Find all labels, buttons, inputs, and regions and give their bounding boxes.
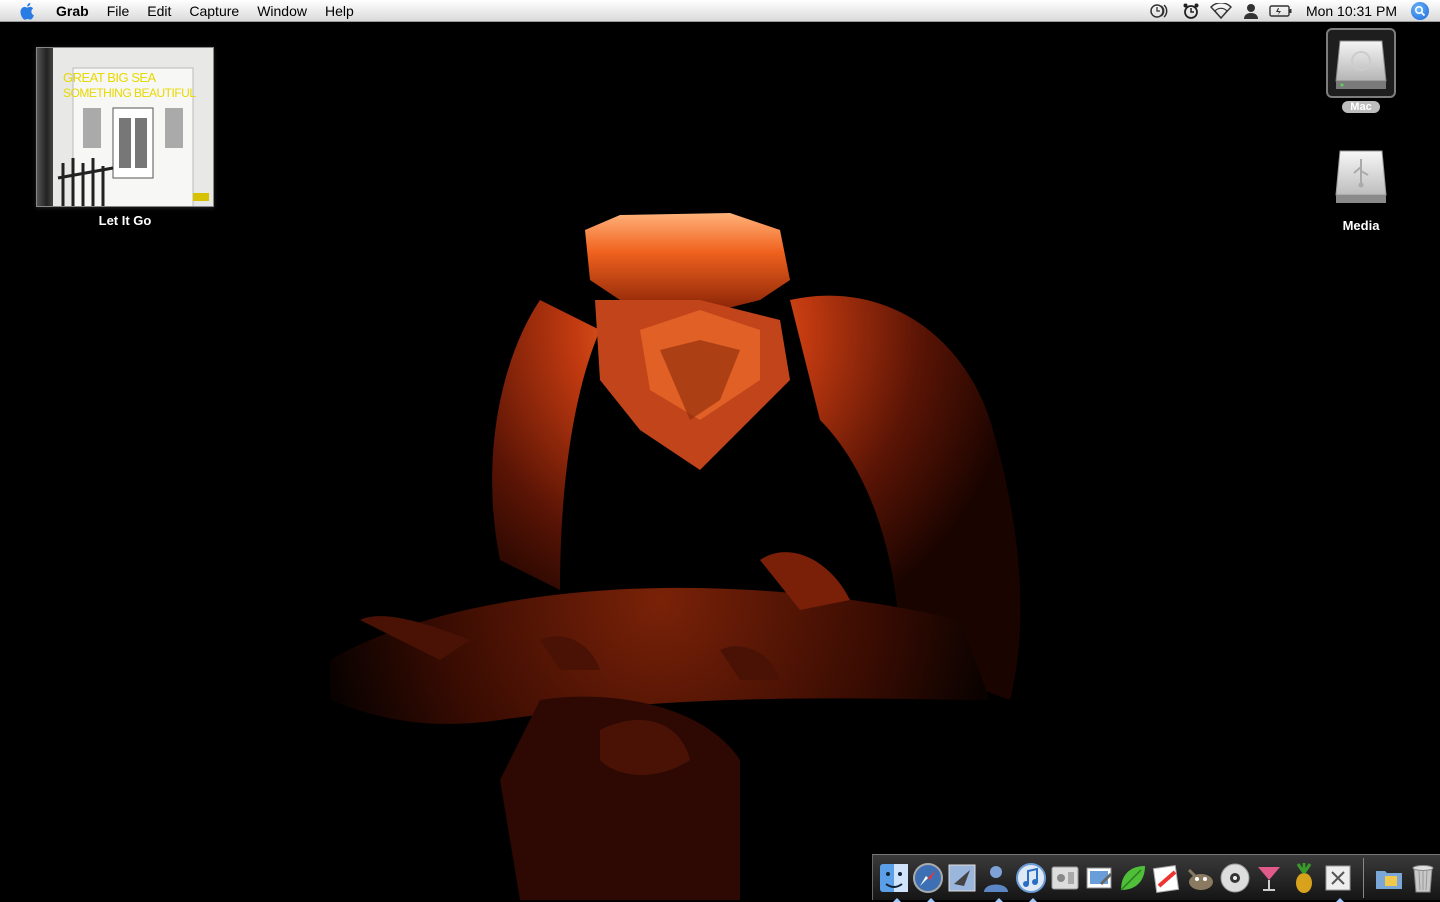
battery-icon[interactable] [1266, 0, 1296, 22]
ichat-icon [984, 865, 1009, 892]
album-cover-image: GREAT BIG SEA SOMETHING BEAUTIFUL [36, 47, 214, 207]
dock-trash[interactable] [1406, 860, 1439, 896]
dock [872, 854, 1440, 902]
spotlight-search-icon[interactable] [1411, 1, 1429, 20]
dock-dvd-player[interactable] [1219, 860, 1252, 896]
cocktail-icon [1258, 866, 1281, 891]
wifi-icon[interactable] [1206, 0, 1236, 22]
dock-system-preferences[interactable] [1048, 860, 1081, 896]
dock-safari[interactable] [912, 860, 945, 902]
folder-icon [1375, 870, 1402, 889]
user-icon[interactable] [1236, 0, 1266, 22]
alarm-clock-icon[interactable] [1176, 0, 1206, 22]
menu-capture[interactable]: Capture [180, 0, 248, 22]
dvd-icon [1220, 863, 1250, 892]
menu-help[interactable]: Help [316, 0, 363, 22]
menu-window[interactable]: Window [248, 0, 316, 22]
dock-ichat[interactable] [980, 860, 1013, 902]
dock-pineapple[interactable] [1287, 860, 1320, 896]
apple-logo-icon [20, 2, 34, 20]
media-drive-label: Media [1342, 218, 1380, 233]
dock-coda[interactable] [1116, 860, 1149, 896]
apple-menu[interactable] [0, 0, 56, 22]
menu-edit[interactable]: Edit [138, 0, 180, 22]
dock-cocktail[interactable] [1253, 860, 1286, 896]
usb-drive-icon [1326, 142, 1396, 212]
hard-drive-icon [1326, 28, 1396, 98]
album-label: Let It Go [98, 213, 152, 228]
preview-icon [1086, 867, 1112, 888]
dock-gimp[interactable] [1185, 860, 1218, 896]
system-preferences-icon [1051, 866, 1079, 889]
album-cover-subtitle: SOMETHING BEAUTIFUL [63, 86, 196, 100]
safari-icon [913, 862, 944, 893]
gimp-icon [1188, 868, 1214, 890]
dock-separator [1362, 857, 1364, 898]
grab-icon [1325, 865, 1351, 890]
menu-app-name[interactable]: Grab [56, 0, 98, 22]
dock-itunes[interactable] [1014, 860, 1047, 902]
time-machine-icon[interactable] [1146, 0, 1176, 22]
mail-icon [948, 864, 976, 891]
desktop-icon-album[interactable]: GREAT BIG SEA SOMETHING BEAUTIFUL Let It… [36, 47, 214, 228]
menu-clock[interactable]: Mon 10:31 PM [1296, 0, 1411, 22]
leaf-icon [1120, 865, 1145, 891]
trash-icon [1412, 864, 1434, 892]
cssedit-icon [1152, 864, 1180, 893]
mac-drive-label: Mac [1342, 101, 1380, 113]
album-cover-title: GREAT BIG SEA [63, 70, 156, 85]
dock-finder[interactable] [878, 860, 911, 902]
menu-extras: Mon 10:31 PM [1146, 0, 1440, 22]
desktop-wallpaper [330, 213, 1021, 900]
dock-mail[interactable] [946, 860, 979, 896]
itunes-icon [1015, 862, 1046, 893]
desktop-icon-media-drive[interactable]: Media [1326, 142, 1396, 233]
dock-grab[interactable] [1321, 860, 1354, 902]
dock-cssedit[interactable] [1151, 860, 1184, 896]
dock-preview[interactable] [1082, 860, 1115, 896]
dock-documents-stack[interactable] [1372, 860, 1405, 896]
menu-file[interactable]: File [98, 0, 139, 22]
pineapple-icon [1295, 862, 1312, 893]
finder-icon [880, 863, 909, 892]
desktop-icon-mac-drive[interactable]: Mac [1326, 28, 1396, 113]
menu-bar: Grab File Edit Capture Window Help Mon 1… [0, 0, 1440, 22]
